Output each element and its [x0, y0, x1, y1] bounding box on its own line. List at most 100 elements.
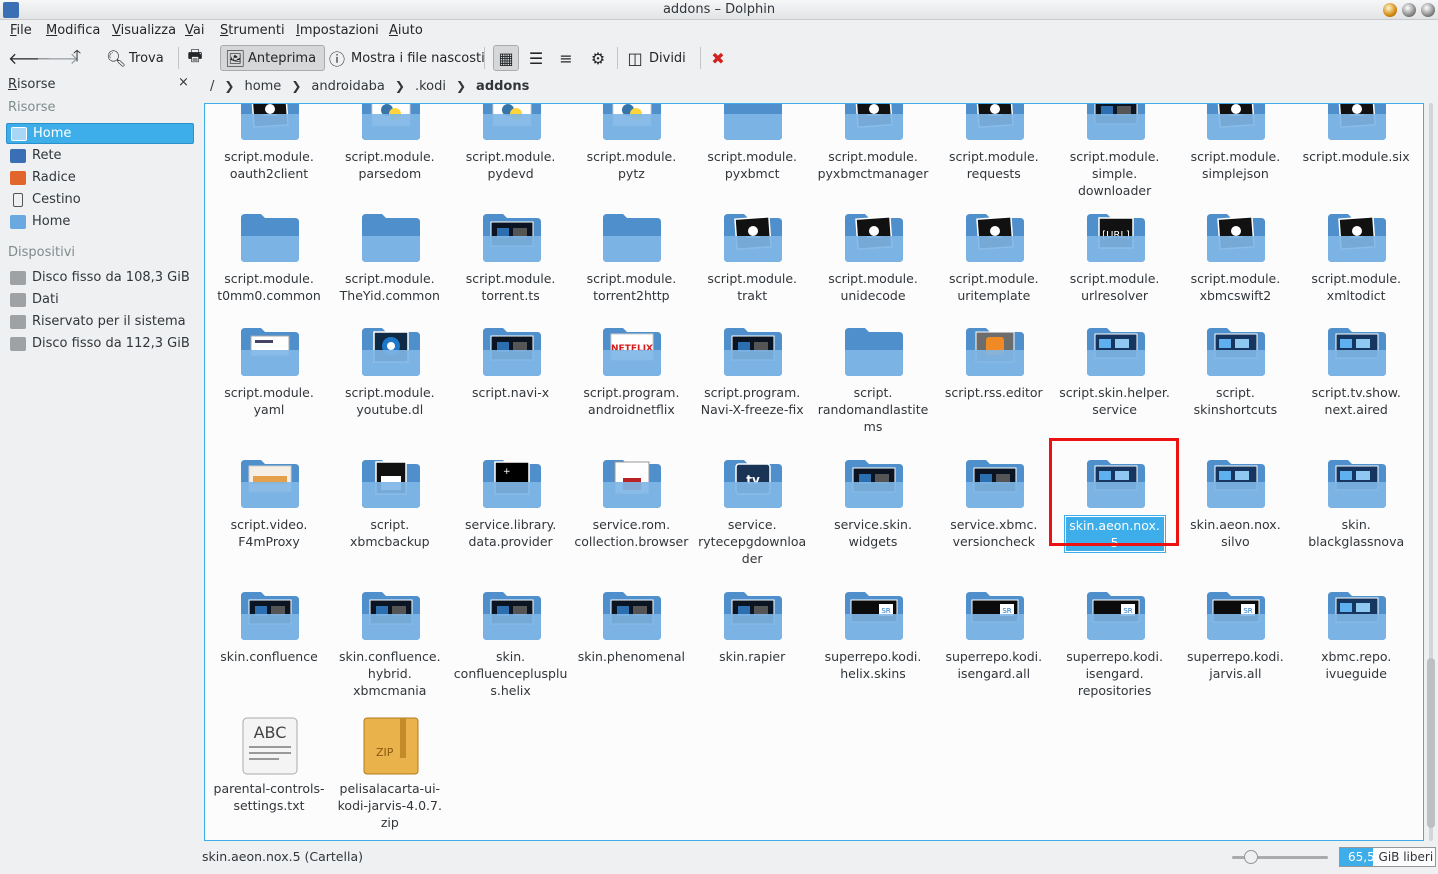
folder-item[interactable]: script.module. uritemplate	[934, 206, 1054, 336]
free-space-unit: GiB liberi	[1378, 850, 1434, 864]
minimize-button[interactable]	[1383, 3, 1397, 17]
folder-item[interactable]: script.module. yaml	[209, 320, 329, 450]
menu-file[interactable]: File	[10, 23, 32, 38]
file-item[interactable]: ABC parental-controls-settings.txt	[209, 716, 329, 840]
folder-item[interactable]: skin.confluence. hybrid. xbmcmania	[330, 584, 450, 714]
close-window-button[interactable]	[1421, 3, 1435, 17]
folder-item[interactable]: script.tv.show. next.aired	[1296, 320, 1416, 450]
folder-item[interactable]: skin. blackglassnova	[1296, 452, 1416, 582]
stop-button[interactable]: ✖	[709, 45, 732, 71]
folder-item[interactable]: SR superrepo.kodi. jarvis.all	[1175, 584, 1295, 714]
place-root[interactable]: Radice	[6, 167, 194, 188]
preview-toggle[interactable]: 🖼︎ Anteprima	[220, 45, 326, 71]
details-view-button[interactable]: ≡	[557, 45, 580, 71]
folder-item[interactable]: SR superrepo.kodi. isengard.all	[934, 584, 1054, 714]
menu-settings[interactable]: Impostazioni	[296, 23, 379, 38]
folder-item[interactable]: script.video. F4mProxy	[209, 452, 329, 582]
folder-item[interactable]: SR superrepo.kodi. isengard. repositories	[1055, 584, 1175, 714]
folder-item[interactable]: script.module. pydevd	[451, 104, 571, 214]
title-bar[interactable]: addons – Dolphin	[0, 0, 1438, 20]
breadcrumb-root[interactable]: /	[210, 79, 214, 94]
device-dati[interactable]: Dati	[6, 289, 194, 310]
folder-item[interactable]: service.xbmc. versioncheck	[934, 452, 1054, 582]
folder-item[interactable]: script.module. xbmcswift2	[1175, 206, 1295, 336]
free-space-indicator[interactable]: 65,5 GiB liberi	[1339, 847, 1436, 867]
folder-item[interactable]: service.rom. collection.browser	[571, 452, 691, 582]
folder-item[interactable]: script.module. xmltodict	[1296, 206, 1416, 336]
configure-button[interactable]: ⚙	[589, 45, 612, 71]
grid-icon: ▦	[498, 48, 514, 68]
folder-item[interactable]: SR superrepo.kodi. helix.skins	[813, 584, 933, 714]
file-view[interactable]: script.module. oauth2client script.module.…	[204, 103, 1424, 841]
show-hidden-files-toggle[interactable]: ⓘ Mostra i file nascosti	[328, 45, 485, 71]
folder-item[interactable]: script. randomandlastite ms	[813, 320, 933, 450]
icons-view-button[interactable]: ▦	[493, 45, 519, 71]
folder-item[interactable]: script.module. oauth2client	[209, 104, 329, 214]
device-system-reserved[interactable]: Riservato per il sistema	[6, 311, 194, 332]
folder-item[interactable]: script.navi-x	[451, 320, 571, 450]
folder-item[interactable]: tv service. rytecepgdownloa der	[692, 452, 812, 582]
forward-button[interactable]: 🡒	[36, 45, 79, 71]
place-trash[interactable]: Cestino	[6, 189, 194, 210]
folder-icon	[722, 206, 784, 268]
breadcrumb-kodi[interactable]: .kodi	[415, 79, 446, 94]
folder-item[interactable]: xbmc.repo. ivueguide	[1296, 584, 1416, 714]
folder-item[interactable]: script.module. simple. downloader	[1055, 104, 1175, 214]
folder-item[interactable]: script.module. simplejson	[1175, 104, 1295, 214]
folder-item[interactable]: [URL] script.module. urlresolver	[1055, 206, 1175, 336]
folder-item[interactable]: script.module. TheYid.common	[330, 206, 450, 336]
scrollbar-thumb[interactable]	[1427, 658, 1435, 828]
folder-item[interactable]: skin.phenomenal	[571, 584, 691, 714]
folder-item[interactable]: script.module. trakt	[692, 206, 812, 336]
folder-item[interactable]: script.module. pytz	[571, 104, 691, 214]
folder-item[interactable]: script.module. requests	[934, 104, 1054, 214]
folder-item[interactable]: script.module. parsedom	[330, 104, 450, 214]
menu-tools[interactable]: Strumenti	[220, 23, 285, 38]
folder-item[interactable]: + service.library. data.provider	[451, 452, 571, 582]
device-disk-108[interactable]: Disco fisso da 108,3 GiB	[6, 267, 194, 288]
maximize-button[interactable]	[1402, 3, 1416, 17]
folder-item[interactable]: script.module. unidecode	[813, 206, 933, 336]
menu-edit[interactable]: Modifica	[46, 23, 100, 38]
split-button[interactable]: ◫ Dividi	[626, 45, 685, 71]
places-panel-title: Risorse	[8, 77, 56, 92]
find-button[interactable]: 🔍︎ Trova	[106, 45, 164, 71]
breadcrumb-home[interactable]: home	[244, 79, 281, 94]
folder-item[interactable]: skin.confluence	[209, 584, 329, 714]
folder-item[interactable]: NETFLIX script.program. androidnetflix	[571, 320, 691, 450]
zoom-slider-handle[interactable]	[1244, 850, 1259, 864]
folder-item[interactable]: service.skin. widgets	[813, 452, 933, 582]
folder-item[interactable]: script. skinshortcuts	[1175, 320, 1295, 450]
compact-view-button[interactable]: ☰	[527, 45, 550, 71]
folder-item[interactable]: script.module. t0mm0.common	[209, 206, 329, 336]
folder-item[interactable]: skin. confluenceplusplu s.helix	[451, 584, 571, 714]
close-panel-button[interactable]: ×	[178, 75, 189, 90]
place-network[interactable]: Rete	[6, 145, 194, 166]
folder-item[interactable]: script.skin.helper. service	[1055, 320, 1175, 450]
folder-item[interactable]: script.module. pyxbmctmanager	[813, 104, 933, 214]
menu-go[interactable]: Vai	[185, 23, 204, 38]
place-home[interactable]: Home	[6, 123, 194, 144]
folder-item[interactable]: skin.aeon.nox. silvo	[1175, 452, 1295, 582]
place-home-2[interactable]: Home	[6, 211, 194, 232]
folder-item[interactable]: script.rss.editor	[934, 320, 1054, 450]
vertical-scrollbar[interactable]	[1426, 103, 1436, 841]
menu-view[interactable]: Visualizza	[112, 23, 176, 38]
file-item[interactable]: ZIP pelisalacarta-ui-kodi-jarvis-4.0.7. zi…	[330, 716, 450, 840]
folder-item[interactable]: script.module.six	[1296, 104, 1416, 214]
folder-item[interactable]: script.module. torrent2http	[571, 206, 691, 336]
open-terminal-button[interactable]: 🖶︎	[186, 45, 209, 71]
folder-item[interactable]: skin.rapier	[692, 584, 812, 714]
menu-help[interactable]: Aiuto	[389, 23, 423, 38]
folder-item[interactable]: script.module. torrent.ts	[451, 206, 571, 336]
folder-item[interactable]: script.module. pyxbmct	[692, 104, 812, 214]
device-disk-112[interactable]: Disco fisso da 112,3 GiB	[6, 333, 194, 354]
folder-item[interactable]: script. xbmcbackup	[330, 452, 450, 582]
folder-item[interactable]: script.module. youtube.dl	[330, 320, 450, 450]
breadcrumb-androidaba[interactable]: androidaba	[311, 79, 385, 94]
folder-item[interactable]: script.program. Navi-X-freeze-fix	[692, 320, 812, 450]
up-button[interactable]: 🡑	[68, 45, 91, 71]
folder-icon	[601, 452, 663, 514]
back-button[interactable]: 🡐	[8, 45, 51, 71]
breadcrumb-current[interactable]: addons	[476, 79, 529, 94]
